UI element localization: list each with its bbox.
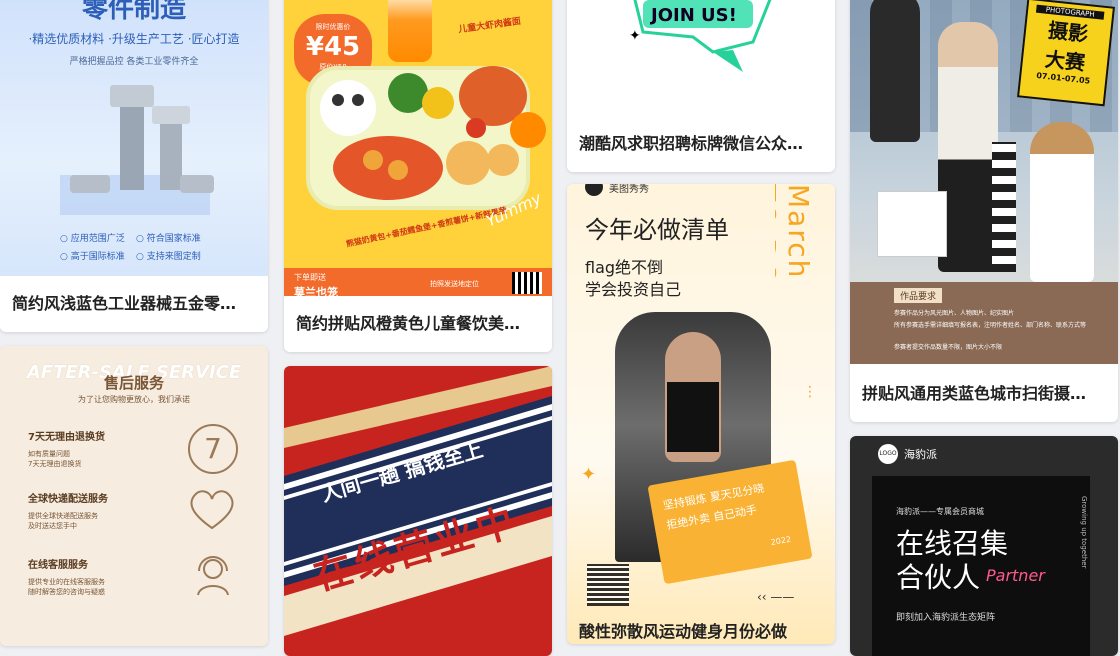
card-title[interactable]: 简约拼贴风橙黄色儿童餐饮美…	[296, 310, 540, 334]
poster-subtitle: 为了让您购物更放心，我们承诺	[78, 395, 190, 404]
poster-title: 售后服务	[103, 374, 164, 392]
template-card-recruit[interactable]: JOIN US! ✦ 潮酷风求职招聘标牌微信公众…	[567, 0, 835, 172]
poster-headline: 今年必做清单	[585, 216, 729, 244]
inner-panel: 海豹派——专属会员商城 在线召集 合伙人 Partner 即刻加入海豹派生态矩阵	[872, 476, 1090, 656]
checker-strip	[992, 142, 1016, 272]
feature-item: ○ 应用范围广泛	[60, 234, 125, 244]
sparkle-icon: ✦	[581, 464, 597, 485]
food-plate-illustration	[306, 66, 530, 210]
requirements-title: 作品要求	[894, 288, 943, 303]
delivery-label: 下单即送	[294, 273, 326, 282]
brand-logo	[585, 184, 603, 196]
panel-script: Partner	[986, 566, 1045, 585]
service-desc: 提供全球快递配送服务 及时送达您手中	[28, 512, 98, 530]
card-title[interactable]: 潮酷风求职招聘标牌微信公众…	[579, 130, 823, 154]
panel-big2: 合伙人	[896, 561, 981, 594]
service-desc: 如有质量问题 7天无理由退换货	[28, 450, 82, 468]
card-title[interactable]: 拼贴风通用类蓝色城市扫街摄…	[862, 380, 1106, 404]
card-title[interactable]: 酸性弥散风运动健身月份必做	[579, 618, 823, 642]
bottom-left-text: 莫兰也笼	[294, 286, 338, 296]
poster-sub1: flag绝不倒	[585, 258, 664, 277]
template-card-partner[interactable]: LOGO 海豹派 海豹派——专属会员商城 在线召集 合伙人 Partner 即刻…	[850, 436, 1118, 656]
sparkle-icon: ⋮	[803, 384, 817, 400]
arrow-left-icon: ‹‹ ——	[757, 590, 795, 604]
note-year: 2022	[770, 534, 792, 548]
template-card-online-business[interactable]: 人间一趟 搞钱至上 在线营业中	[284, 366, 552, 656]
headset-icon	[197, 556, 229, 596]
title-block: PHOTOGRAPH 摄影 大赛 07.01-07.05	[1017, 0, 1115, 107]
price-badge-top: 限时优惠价	[315, 23, 351, 31]
service-title: 7天无理由退换货	[28, 432, 105, 443]
qr-code	[587, 564, 629, 606]
panel-small: 海豹派——专属会员商城	[896, 507, 984, 516]
poster-tagline: ·精选优质材料 ·升级生产工艺 ·匠心打造	[28, 32, 240, 46]
side-label-top: 儿童大虾肉酱面	[457, 16, 522, 36]
poster-title: 零件制造	[81, 0, 186, 24]
heart-icon	[190, 490, 234, 530]
qr-code	[512, 272, 542, 294]
requirements-panel: 作品要求 参赛作品分为风光图片、人物图片、纪实图片 所有参赛选手需详细填写报名表…	[850, 282, 1118, 364]
card-thumbnail: JOIN US! ✦	[567, 0, 835, 112]
feature-list: ○ 应用范围广泛 ○ 符合国家标准 ○ 高于国际标准 ○ 支持来图定制	[60, 230, 220, 266]
vertical-title: March TO DO LIST	[775, 184, 815, 286]
template-card-aftersale[interactable]: AFTER-SALE SERVICE 售后服务 为了让您购物更放心，我们承诺 7…	[0, 346, 268, 646]
seven-day-icon: 7	[188, 424, 238, 474]
requirement-item: 所有参赛选手需详细填写报名表，注明作者姓名、部门名称、联系方式等	[894, 322, 1087, 329]
card-thumbnail: 零件制造 ·精选优质材料 ·升级生产工艺 ·匠心打造 严格把握品控 各类工业零件…	[0, 0, 268, 276]
poster-sub2: 学会投资自己	[585, 280, 682, 299]
feature-item: ○ 支持来图定制	[136, 252, 201, 262]
service-title: 全球快递配送服务	[28, 494, 108, 505]
join-text: JOIN US!	[651, 5, 737, 26]
template-card-fitness[interactable]: 美图秀秀 今年必做清单 flag绝不倒 学会投资自己 March TO DO L…	[567, 184, 835, 644]
requirement-item: 参赛者提交作品数量不限，图片大小不限	[894, 344, 1003, 351]
panel-bottom: 即刻加入海豹派生态矩阵	[896, 613, 996, 623]
athlete-top	[667, 382, 719, 452]
logo-badge: LOGO	[878, 444, 898, 464]
poster-subtitle: 严格把握品控 各类工业零件齐全	[69, 57, 199, 67]
service-title: 在线客服服务	[28, 560, 88, 571]
feature-item: ○ 符合国家标准	[136, 234, 201, 244]
model-figure	[938, 22, 998, 272]
brand-name: 美图秀秀	[609, 184, 649, 195]
service-item: 在线客服服务 提供专业的在线客服服务 随时解答您的咨询与疑惑	[28, 556, 168, 597]
card-thumbnail: 限时优惠价 ¥45 原价¥58 儿童大虾肉酱面	[284, 0, 552, 296]
model-figure	[870, 0, 920, 142]
card-thumbnail: PHOTOGRAPH 摄影 大赛 07.01-07.05 作品要求 参赛作品分为…	[850, 0, 1118, 364]
sparkle-icon: ✦	[629, 28, 641, 44]
template-card-kids-meal[interactable]: 限时优惠价 ¥45 原价¥58 儿童大虾肉酱面	[284, 0, 552, 352]
service-item: 7天无理由退换货 如有质量问题 7天无理由退换货	[28, 428, 168, 469]
service-item: 全球快递配送服务 提供全球快递配送服务 及时送达您手中	[28, 490, 168, 531]
service-desc: 提供专业的在线客服服务 随时解答您的咨询与疑惑	[28, 578, 105, 596]
feature-item: ○ 高于国际标准	[60, 252, 125, 262]
location-label: 拍照发送地定位	[430, 280, 479, 288]
model-figure	[1030, 122, 1094, 282]
brand-name: 海豹派	[904, 448, 937, 461]
template-card-industrial[interactable]: 零件制造 ·精选优质材料 ·升级生产工艺 ·匠心打造 严格把握品控 各类工业零件…	[0, 0, 268, 332]
card-title[interactable]: 简约风浅蓝色工业器械五金零…	[12, 290, 256, 314]
bolt-illustration	[60, 85, 214, 215]
side-vertical-text: Growing up together	[1080, 496, 1088, 569]
orange-fruit	[510, 112, 546, 148]
photo-frame	[878, 192, 946, 256]
requirement-item: 参赛作品分为风光图片、人物图片、纪实图片	[894, 310, 1015, 317]
template-card-photo-contest[interactable]: PHOTOGRAPH 摄影 大赛 07.01-07.05 作品要求 参赛作品分为…	[850, 0, 1118, 422]
